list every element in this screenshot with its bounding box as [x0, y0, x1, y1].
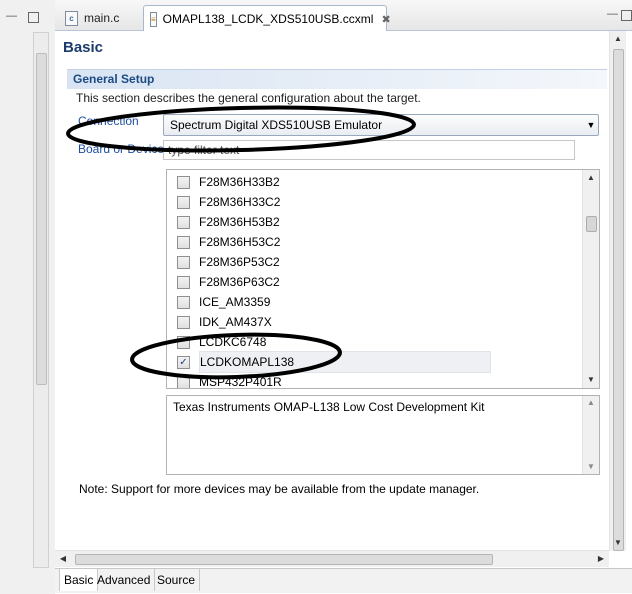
scrollbar-thumb[interactable]	[36, 53, 47, 385]
device-label-cell: ICE_AM3359	[199, 292, 489, 312]
description-scrollbar[interactable]: ▲ ▼	[582, 396, 599, 474]
scroll-up-icon[interactable]: ▲	[610, 31, 626, 47]
device-description-box: Texas Instruments OMAP-L138 Low Cost Dev…	[166, 395, 600, 475]
left-vertical-scrollbar[interactable]	[33, 32, 49, 568]
device-name: LCDKC6748	[199, 335, 267, 349]
connection-dropdown[interactable]: Spectrum Digital XDS510USB Emulator ▼	[163, 114, 599, 136]
device-name: F28M36H53B2	[199, 215, 280, 229]
tab-main-c[interactable]: c main.c	[59, 6, 141, 30]
device-label-cell: F28M36H53B2	[199, 212, 489, 232]
scrollbar-thumb[interactable]	[75, 554, 493, 565]
device-list-scrollbar[interactable]: ▲ ▼	[582, 170, 599, 388]
scroll-down-icon[interactable]: ▼	[583, 372, 599, 388]
tab-ccxml[interactable]: ≡ OMAPL138_LCDK_XDS510USB.ccxml ✖	[143, 5, 391, 32]
device-name: ICE_AM3359	[199, 295, 271, 309]
device-list-item[interactable]: F28M36P63C2	[167, 272, 582, 292]
tab-label: main.c	[84, 11, 120, 25]
device-name: MSP432P401R	[199, 375, 282, 389]
device-checkbox[interactable]	[177, 215, 190, 229]
tab-advanced[interactable]: Advanced	[93, 569, 156, 591]
device-label-cell: MSP432P401R	[199, 372, 489, 389]
page-title: Basic	[63, 39, 104, 56]
device-name: IDK_AM437X	[199, 315, 272, 329]
device-name: F28M36P53C2	[199, 255, 280, 269]
device-checkbox[interactable]	[177, 375, 190, 388]
device-label-cell: F28M36H33C2	[199, 192, 489, 212]
device-name: F28M36H33B2	[199, 175, 280, 189]
device-checkbox[interactable]	[177, 235, 190, 249]
section-description: This section describes the general confi…	[76, 91, 421, 105]
ccxml-file-icon: ≡	[150, 11, 157, 27]
device-list-item[interactable]: F28M36H53C2	[167, 232, 582, 252]
device-description: Texas Instruments OMAP-L138 Low Cost Dev…	[173, 400, 485, 414]
device-checkbox[interactable]	[177, 175, 190, 189]
device-checkbox[interactable]	[177, 335, 190, 349]
device-checkbox[interactable]	[177, 295, 190, 309]
editor-page-tabs: Basic Advanced Source	[55, 568, 632, 593]
general-setup-header: General Setup	[67, 69, 607, 89]
scroll-right-icon[interactable]: ▶	[593, 551, 609, 567]
tab-label: OMAPL138_LCDK_XDS510USB.ccxml	[162, 12, 374, 26]
device-list-item[interactable]: MSP432P401R	[167, 372, 582, 389]
board-or-device-label[interactable]: Board or Device	[78, 142, 164, 156]
editor-vertical-scrollbar[interactable]: ▲ ▼	[609, 31, 626, 551]
maximize-icon[interactable]	[621, 10, 632, 21]
device-label-cell: F28M36H53C2	[199, 232, 489, 252]
device-checkbox[interactable]	[177, 315, 190, 329]
device-label-cell: F28M36P53C2	[199, 252, 489, 272]
tab-source[interactable]: Source	[153, 569, 201, 591]
scroll-up-icon[interactable]: ▲	[583, 396, 599, 410]
device-list-item[interactable]: F28M36H33B2	[167, 172, 582, 192]
chevron-down-icon[interactable]: ▼	[584, 120, 598, 130]
minimize-icon[interactable]: —	[607, 8, 618, 20]
scroll-down-icon[interactable]: ▼	[583, 460, 599, 474]
device-list-item[interactable]: IDK_AM437X	[167, 312, 582, 332]
device-name: LCDKOMAPL138	[200, 355, 295, 369]
c-source-file-icon: c	[65, 10, 78, 26]
scrollbar-thumb[interactable]	[613, 49, 624, 551]
editor-tab-bar: c main.c ≡ OMAPL138_LCDK_XDS510USB.ccxml…	[55, 0, 632, 32]
device-list-item[interactable]: F28M36H33C2	[167, 192, 582, 212]
device-checkbox[interactable]	[177, 255, 190, 269]
device-checkbox[interactable]	[177, 195, 190, 209]
device-label-cell: F28M36P63C2	[199, 272, 489, 292]
close-icon[interactable]: ✖	[381, 13, 390, 26]
device-list-item[interactable]: ✓ LCDKOMAPL138	[167, 351, 582, 373]
device-list-item[interactable]: F28M36H53B2	[167, 212, 582, 232]
device-list[interactable]: F28M36H33B2 F28M36H33C2 F28M36H53B2 F28M36H…	[166, 169, 600, 389]
scroll-down-icon[interactable]: ▼	[610, 535, 626, 551]
update-manager-note: Note: Support for more devices may be av…	[79, 482, 480, 496]
left-collapsed-panel: —	[0, 0, 56, 594]
device-name: F28M36H53C2	[199, 235, 281, 249]
device-name: F28M36P63C2	[199, 275, 280, 289]
editor-horizontal-scrollbar[interactable]: ◀ ▶	[55, 550, 609, 567]
maximize-icon[interactable]	[28, 12, 39, 23]
device-label-cell: IDK_AM437X	[199, 312, 489, 332]
connection-label[interactable]: Connection	[78, 114, 139, 128]
device-label-cell: LCDKOMAPL138	[199, 351, 491, 373]
device-list-item[interactable]: LCDKC6748	[167, 332, 582, 352]
section-title: General Setup	[73, 72, 155, 86]
minimize-icon[interactable]: —	[6, 10, 17, 22]
scroll-up-icon[interactable]: ▲	[583, 170, 599, 186]
device-label-cell: LCDKC6748	[199, 332, 489, 352]
device-name: F28M36H33C2	[199, 195, 281, 209]
device-list-item[interactable]: F28M36P53C2	[167, 252, 582, 272]
ccxml-editor: Basic General Setup This section describ…	[55, 31, 632, 594]
device-label-cell: F28M36H33B2	[199, 172, 489, 192]
device-checkbox[interactable]: ✓	[177, 355, 190, 369]
device-list-item[interactable]: ICE_AM3359	[167, 292, 582, 312]
device-filter-input[interactable]	[163, 140, 575, 160]
scrollbar-thumb[interactable]	[586, 216, 597, 232]
device-checkbox[interactable]	[177, 275, 190, 289]
scroll-left-icon[interactable]: ◀	[55, 551, 71, 567]
connection-value: Spectrum Digital XDS510USB Emulator	[170, 118, 383, 132]
